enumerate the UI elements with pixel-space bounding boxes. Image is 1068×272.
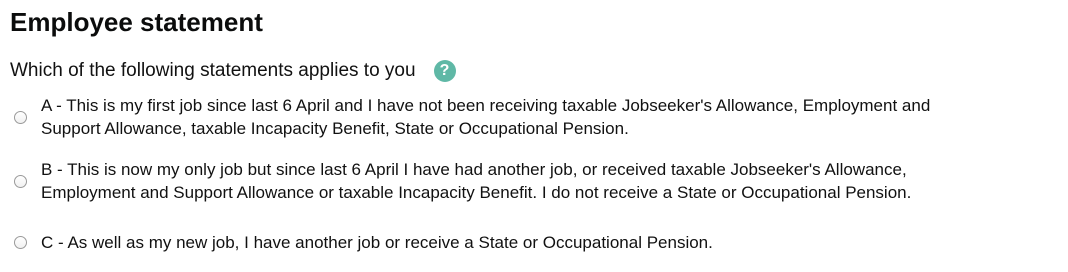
option-b-label[interactable]: B - This is now my only job but since la…	[41, 158, 911, 204]
radio-button-c[interactable]	[14, 236, 27, 249]
question-text: Which of the following statements applie…	[10, 60, 416, 81]
page-title: Employee statement	[10, 7, 263, 37]
radio-button-b[interactable]	[14, 174, 27, 188]
option-b-line-1: B - This is now my only job but since la…	[41, 160, 907, 179]
option-a-line-1: A - This is my first job since last 6 Ap…	[41, 96, 931, 115]
option-a-line-2: Support Allowance, taxable Incapacity Be…	[41, 119, 629, 138]
option-b-line-2: Employment and Support Allowance or taxa…	[41, 183, 912, 202]
option-c-label[interactable]: C - As well as my new job, I have anothe…	[41, 231, 713, 254]
option-a-label[interactable]: A - This is my first job since last 6 Ap…	[41, 94, 930, 140]
option-a[interactable]: A - This is my first job since last 6 Ap…	[14, 94, 1064, 140]
question-mark-icon[interactable]: ?	[433, 60, 456, 82]
radio-button-a[interactable]	[14, 110, 27, 124]
option-c-line-1: C - As well as my new job, I have anothe…	[41, 233, 713, 252]
question-row: Which of the following statements applie…	[10, 56, 456, 86]
option-b[interactable]: B - This is now my only job but since la…	[14, 158, 1064, 204]
option-c[interactable]: C - As well as my new job, I have anothe…	[14, 231, 1064, 254]
